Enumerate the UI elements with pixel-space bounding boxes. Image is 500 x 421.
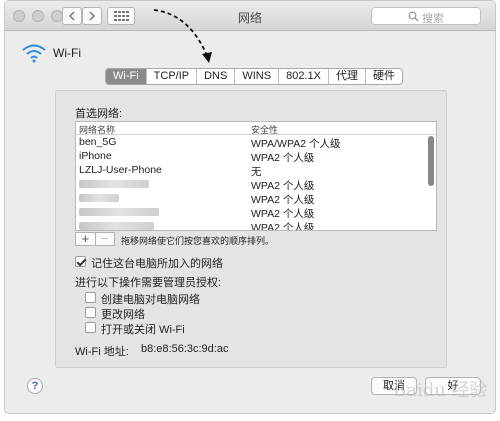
network-window: 网络 搜索 Wi-Fi Wi-Fi TCP/IP DNS WINS 802.1X…	[4, 0, 496, 414]
redacted-network-name	[79, 208, 159, 216]
table-row[interactable]: WPA2 个人级	[76, 219, 436, 231]
table-row[interactable]: WPA2 个人级	[76, 191, 436, 206]
search-input[interactable]: 搜索	[371, 7, 481, 25]
redacted-network-name	[79, 194, 119, 202]
tab-proxy[interactable]: 代理	[329, 69, 366, 84]
tab-hardware[interactable]: 硬件	[366, 69, 402, 84]
add-remove-control: + −	[75, 232, 115, 246]
admin-heading: 进行以下操作需要管理员授权:	[75, 277, 222, 289]
redacted-network-name	[79, 222, 154, 230]
search-icon	[408, 11, 419, 22]
drag-hint: 拖移网络使它们按您喜欢的顺序排列。	[121, 236, 275, 246]
tab-tcpip[interactable]: TCP/IP	[147, 69, 198, 84]
redacted-network-name	[79, 180, 149, 188]
remember-networks-checkbox[interactable]	[75, 256, 86, 267]
wifi-address-label: Wi-Fi 地址:	[75, 346, 129, 358]
change-network-label: 更改网络	[101, 309, 145, 321]
wifi-header: Wi-Fi	[21, 43, 101, 63]
tab-bar: Wi-Fi TCP/IP DNS WINS 802.1X 代理 硬件	[105, 68, 403, 85]
create-computer-network-label: 创建电脑对电脑网络	[101, 294, 200, 306]
table-row[interactable]: WPA2 个人级	[76, 205, 436, 220]
tab-dns[interactable]: DNS	[197, 69, 236, 84]
network-name: iPhone	[79, 150, 112, 162]
toggle-wifi-checkbox[interactable]	[85, 322, 96, 333]
preferred-networks-table[interactable]: 网络名称 安全性 ben_5G WPA/WPA2 个人级 iPhone WPA2…	[75, 121, 437, 231]
help-button[interactable]: ?	[27, 378, 43, 394]
watermark: Baidu 经验	[393, 380, 488, 401]
table-row[interactable]: ben_5G WPA/WPA2 个人级	[76, 135, 436, 150]
tab-wifi[interactable]: Wi-Fi	[106, 69, 147, 84]
preferred-networks-heading: 首选网络:	[75, 108, 123, 120]
tab-8021x[interactable]: 802.1X	[279, 69, 329, 84]
search-placeholder: 搜索	[422, 13, 444, 25]
table-row[interactable]: WPA2 个人级	[76, 177, 436, 192]
table-row[interactable]: LZLJ-User-Phone 无	[76, 163, 436, 178]
tab-wins[interactable]: WINS	[235, 69, 280, 84]
table-header: 网络名称 安全性	[76, 122, 436, 135]
network-name: LZLJ-User-Phone	[79, 164, 162, 176]
change-network-checkbox[interactable]	[85, 307, 96, 318]
table-scrollbar[interactable]	[428, 136, 434, 186]
remember-networks-label: 记住这台电脑所加入的网络	[91, 258, 223, 270]
title-bar: 网络 搜索	[5, 1, 495, 31]
wifi-address-value: b8:e8:56:3c:9d:ac	[141, 343, 229, 355]
table-row[interactable]: iPhone WPA2 个人级	[76, 149, 436, 164]
add-network-button[interactable]: +	[76, 232, 96, 245]
network-name: ben_5G	[79, 136, 117, 148]
create-computer-network-checkbox[interactable]	[85, 292, 96, 303]
dashed-arrow-annotation	[153, 9, 212, 63]
network-security: WPA2 个人级	[251, 222, 315, 231]
remove-network-button[interactable]: −	[96, 232, 115, 245]
wifi-icon	[22, 44, 46, 63]
wifi-label: Wi-Fi	[53, 46, 81, 60]
toggle-wifi-label: 打开或关闭 Wi-Fi	[101, 324, 185, 336]
